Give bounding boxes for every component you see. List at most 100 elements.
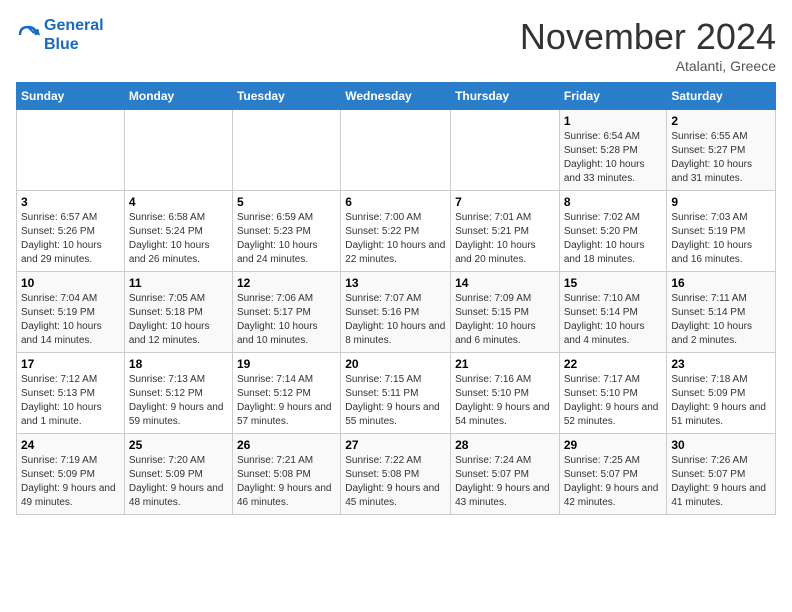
day-number: 30 — [671, 438, 771, 452]
day-info: Sunrise: 7:12 AM Sunset: 5:13 PM Dayligh… — [21, 373, 120, 429]
day-number: 16 — [671, 276, 771, 290]
calendar-cell: 24Sunrise: 7:19 AM Sunset: 5:09 PM Dayli… — [17, 434, 125, 515]
day-number: 2 — [671, 114, 771, 128]
day-info: Sunrise: 6:55 AM Sunset: 5:27 PM Dayligh… — [671, 130, 771, 186]
day-number: 6 — [345, 195, 446, 209]
day-info: Sunrise: 6:58 AM Sunset: 5:24 PM Dayligh… — [129, 211, 228, 267]
day-number: 14 — [455, 276, 555, 290]
weekday-header: Friday — [559, 83, 667, 110]
calendar-cell: 11 Sunrise: 7:05 AM Sunset: 5:18 PM Dayli… — [124, 272, 232, 353]
day-number: 26 — [237, 438, 336, 452]
day-info: Sunrise: 6:59 AM Sunset: 5:23 PM Dayligh… — [237, 211, 336, 267]
weekday-header: Thursday — [451, 83, 560, 110]
calendar-cell: 10Sunrise: 7:04 AM Sunset: 5:19 PM Dayli… — [17, 272, 125, 353]
calendar-week-row: 17 Sunrise: 7:12 AM Sunset: 5:13 PM Dayli… — [17, 353, 776, 434]
day-number: 24 — [21, 438, 120, 452]
day-info: Sunrise: 7:20 AM Sunset: 5:09 PM Dayligh… — [129, 454, 228, 510]
day-info: Sunrise: 7:07 AM Sunset: 5:16 PM Dayligh… — [345, 292, 446, 348]
day-number: 7 — [455, 195, 555, 209]
day-number: 4 — [129, 195, 228, 209]
calendar-cell: 29Sunrise: 7:25 AM Sunset: 5:07 PM Dayli… — [559, 434, 667, 515]
day-info: Sunrise: 7:05 AM Sunset: 5:18 PM Dayligh… — [129, 292, 228, 348]
calendar-cell: 20 Sunrise: 7:15 AM Sunset: 5:11 PM Dayli… — [341, 353, 451, 434]
calendar-cell: 23 Sunrise: 7:18 AM Sunset: 5:09 PM Dayli… — [667, 353, 776, 434]
calendar-cell: 9 Sunrise: 7:03 AM Sunset: 5:19 PM Daylig… — [667, 191, 776, 272]
day-number: 20 — [345, 357, 446, 371]
day-info: Sunrise: 7:13 AM Sunset: 5:12 PM Dayligh… — [129, 373, 228, 429]
day-info: Sunrise: 7:09 AM Sunset: 5:15 PM Dayligh… — [455, 292, 555, 348]
day-info: Sunrise: 7:16 AM Sunset: 5:10 PM Dayligh… — [455, 373, 555, 429]
calendar-cell: 1Sunrise: 6:54 AM Sunset: 5:28 PM Daylig… — [559, 110, 667, 191]
calendar-cell: 13Sunrise: 7:07 AM Sunset: 5:16 PM Dayli… — [341, 272, 451, 353]
calendar-cell: 4 Sunrise: 6:58 AM Sunset: 5:24 PM Daylig… — [124, 191, 232, 272]
calendar-cell: 21Sunrise: 7:16 AM Sunset: 5:10 PM Dayli… — [451, 353, 560, 434]
day-info: Sunrise: 7:02 AM Sunset: 5:20 PM Dayligh… — [564, 211, 663, 267]
calendar-cell: 5 Sunrise: 6:59 AM Sunset: 5:23 PM Daylig… — [232, 191, 340, 272]
day-info: Sunrise: 7:10 AM Sunset: 5:14 PM Dayligh… — [564, 292, 663, 348]
day-info: Sunrise: 7:24 AM Sunset: 5:07 PM Dayligh… — [455, 454, 555, 510]
day-number: 17 — [21, 357, 120, 371]
day-info: Sunrise: 7:06 AM Sunset: 5:17 PM Dayligh… — [237, 292, 336, 348]
weekday-header: Sunday — [17, 83, 125, 110]
logo: General Blue — [16, 16, 104, 54]
calendar-cell: 25 Sunrise: 7:20 AM Sunset: 5:09 PM Dayli… — [124, 434, 232, 515]
location: Atalanti, Greece — [520, 58, 776, 74]
calendar-cell: 27 Sunrise: 7:22 AM Sunset: 5:08 PM Dayli… — [341, 434, 451, 515]
calendar-cell: 2 Sunrise: 6:55 AM Sunset: 5:27 PM Daylig… — [667, 110, 776, 191]
day-number: 19 — [237, 357, 336, 371]
day-number: 25 — [129, 438, 228, 452]
day-info: Sunrise: 7:18 AM Sunset: 5:09 PM Dayligh… — [671, 373, 771, 429]
day-number: 10 — [21, 276, 120, 290]
calendar-cell — [341, 110, 451, 191]
calendar-cell: 28 Sunrise: 7:24 AM Sunset: 5:07 PM Dayli… — [451, 434, 560, 515]
day-info: Sunrise: 7:22 AM Sunset: 5:08 PM Dayligh… — [345, 454, 446, 510]
day-number: 12 — [237, 276, 336, 290]
calendar-cell: 19 Sunrise: 7:14 AM Sunset: 5:12 PM Dayli… — [232, 353, 340, 434]
day-number: 22 — [564, 357, 663, 371]
calendar-cell: 30 Sunrise: 7:26 AM Sunset: 5:07 PM Dayli… — [667, 434, 776, 515]
calendar-cell: 16 Sunrise: 7:11 AM Sunset: 5:14 PM Dayli… — [667, 272, 776, 353]
weekday-header: Monday — [124, 83, 232, 110]
day-number: 28 — [455, 438, 555, 452]
day-info: Sunrise: 7:03 AM Sunset: 5:19 PM Dayligh… — [671, 211, 771, 267]
day-number: 18 — [129, 357, 228, 371]
title-block: November 2024 Atalanti, Greece — [520, 16, 776, 74]
day-number: 11 — [129, 276, 228, 290]
day-number: 8 — [564, 195, 663, 209]
calendar-cell: 6Sunrise: 7:00 AM Sunset: 5:22 PM Daylig… — [341, 191, 451, 272]
calendar-cell — [17, 110, 125, 191]
calendar-cell: 14 Sunrise: 7:09 AM Sunset: 5:15 PM Dayli… — [451, 272, 560, 353]
weekday-header: Saturday — [667, 83, 776, 110]
calendar-cell: 18 Sunrise: 7:13 AM Sunset: 5:12 PM Dayli… — [124, 353, 232, 434]
day-number: 3 — [21, 195, 120, 209]
calendar-cell — [124, 110, 232, 191]
day-info: Sunrise: 7:26 AM Sunset: 5:07 PM Dayligh… — [671, 454, 771, 510]
calendar-cell: 7 Sunrise: 7:01 AM Sunset: 5:21 PM Daylig… — [451, 191, 560, 272]
day-info: Sunrise: 7:01 AM Sunset: 5:21 PM Dayligh… — [455, 211, 555, 267]
day-info: Sunrise: 6:57 AM Sunset: 5:26 PM Dayligh… — [21, 211, 120, 267]
day-number: 23 — [671, 357, 771, 371]
calendar-cell: 8 Sunrise: 7:02 AM Sunset: 5:20 PM Daylig… — [559, 191, 667, 272]
calendar-table: SundayMondayTuesdayWednesdayThursdayFrid… — [16, 82, 776, 515]
day-number: 9 — [671, 195, 771, 209]
calendar-week-row: 24Sunrise: 7:19 AM Sunset: 5:09 PM Dayli… — [17, 434, 776, 515]
day-info: Sunrise: 6:54 AM Sunset: 5:28 PM Dayligh… — [564, 130, 663, 186]
calendar-cell: 26 Sunrise: 7:21 AM Sunset: 5:08 PM Dayli… — [232, 434, 340, 515]
calendar-week-row: 1Sunrise: 6:54 AM Sunset: 5:28 PM Daylig… — [17, 110, 776, 191]
day-info: Sunrise: 7:21 AM Sunset: 5:08 PM Dayligh… — [237, 454, 336, 510]
day-info: Sunrise: 7:15 AM Sunset: 5:11 PM Dayligh… — [345, 373, 446, 429]
weekday-header: Tuesday — [232, 83, 340, 110]
day-info: Sunrise: 7:14 AM Sunset: 5:12 PM Dayligh… — [237, 373, 336, 429]
month-title: November 2024 — [520, 16, 776, 58]
day-number: 5 — [237, 195, 336, 209]
logo-text: General Blue — [44, 16, 104, 54]
day-info: Sunrise: 7:11 AM Sunset: 5:14 PM Dayligh… — [671, 292, 771, 348]
day-number: 29 — [564, 438, 663, 452]
day-info: Sunrise: 7:17 AM Sunset: 5:10 PM Dayligh… — [564, 373, 663, 429]
weekday-header-row: SundayMondayTuesdayWednesdayThursdayFrid… — [17, 83, 776, 110]
calendar-cell — [232, 110, 340, 191]
logo-icon — [16, 23, 40, 47]
day-number: 27 — [345, 438, 446, 452]
weekday-header: Wednesday — [341, 83, 451, 110]
calendar-cell: 12 Sunrise: 7:06 AM Sunset: 5:17 PM Dayli… — [232, 272, 340, 353]
